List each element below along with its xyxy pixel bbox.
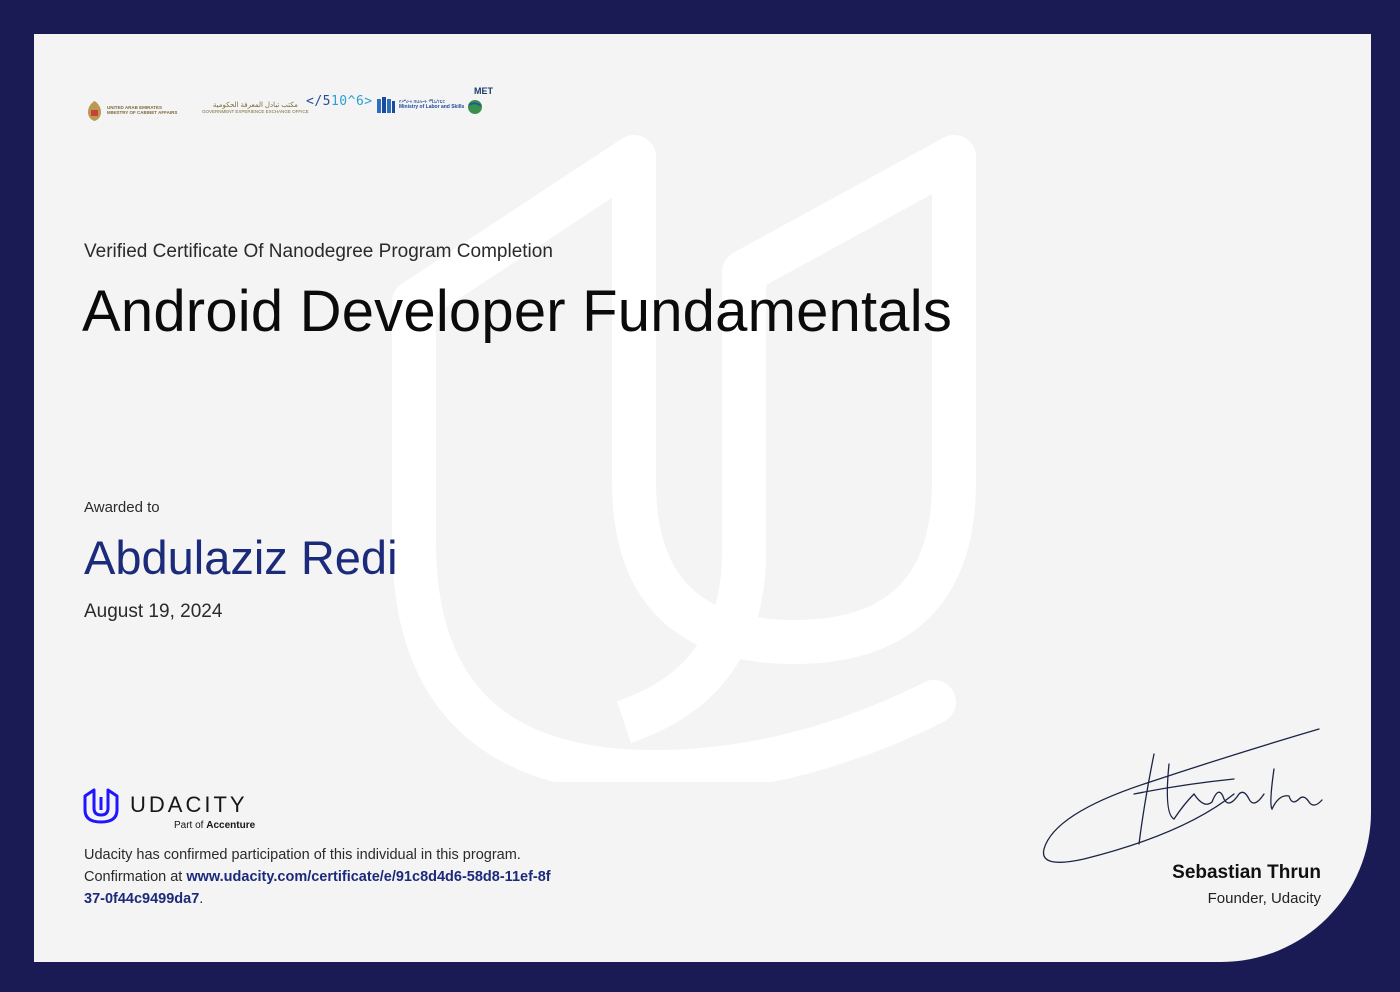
ministry-labor-logo: የሥራና ክህሎት ሚኒስቴር Ministry of Labor and Sk… bbox=[376, 96, 464, 114]
gov-exchange-logo: مكتب تبادل المعرفة الحكومية GOVERNMENT E… bbox=[202, 102, 309, 115]
awarded-to-label: Awarded to bbox=[84, 499, 160, 516]
accenture-label: Accenture bbox=[206, 820, 256, 831]
certificate-sheet: UNITED ARAB EMIRATES MINISTRY OF CABINET… bbox=[34, 34, 1371, 962]
met-logo-label: MET bbox=[474, 86, 493, 96]
signer-name: Sebastian Thrun bbox=[1172, 862, 1321, 883]
coders-logo-open: </5 bbox=[306, 94, 331, 109]
emblem-icon bbox=[88, 101, 101, 121]
part-of-prefix: Part of bbox=[174, 820, 204, 831]
coders-logo-close: 10^6> bbox=[330, 94, 373, 109]
udacity-logo: UDACITY Part of Accenture bbox=[82, 788, 272, 834]
confirmation-suffix: . bbox=[199, 891, 204, 907]
program-title: Android Developer Fundamentals bbox=[82, 279, 953, 344]
globe-icon bbox=[468, 100, 482, 114]
uae-ministry-logo: UNITED ARAB EMIRATES MINISTRY OF CABINET… bbox=[86, 100, 177, 122]
part-of-accenture: Part of Accenture bbox=[174, 820, 255, 831]
udacity-u-icon bbox=[83, 788, 119, 824]
signature-image bbox=[1042, 728, 1323, 863]
met-logo: MET bbox=[468, 86, 493, 114]
partner-logos: UNITED ARAB EMIRATES MINISTRY OF CABINET… bbox=[84, 84, 544, 134]
recipient-name: Abdulaziz Redi bbox=[84, 531, 398, 584]
signer-title: Founder, Udacity bbox=[1207, 890, 1321, 907]
labor-logo-line2: Ministry of Labor and Skills bbox=[399, 104, 465, 110]
uae-logo-line2: MINISTRY OF CABINET AFFAIRS bbox=[107, 110, 178, 115]
udacity-watermark-icon bbox=[392, 135, 976, 782]
gov-logo-english: GOVERNMENT EXPERIENCE EXCHANGE OFFICE bbox=[202, 108, 309, 114]
building-icon bbox=[377, 97, 395, 113]
award-date: August 19, 2024 bbox=[84, 601, 223, 622]
certificate-subtitle: Verified Certificate Of Nanodegree Progr… bbox=[84, 241, 553, 262]
coders-logo: </510^6> bbox=[306, 94, 373, 109]
udacity-wordmark: UDACITY bbox=[130, 792, 248, 817]
confirmation-text: Udacity has confirmed participation of t… bbox=[84, 844, 554, 910]
